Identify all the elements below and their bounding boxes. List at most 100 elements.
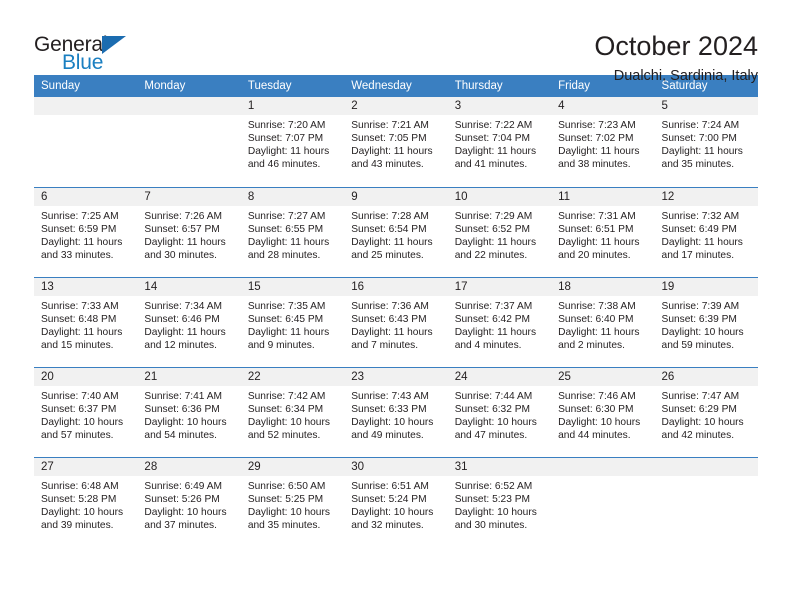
day-number: 6 [34, 187, 138, 206]
sunrise-text: Sunrise: 7:22 AM [454, 120, 533, 131]
sunset-text: Sunset: 6:54 PM [351, 223, 427, 235]
calendar-day-cell[interactable]: 6 Sunrise: 7:25 AM Sunset: 6:59 PM Daylight… [34, 186, 138, 277]
day-number: 18 [551, 277, 655, 296]
sunset-text: Sunset: 6:42 PM [454, 313, 531, 325]
day-number: 22 [240, 367, 345, 386]
day-number: 9 [344, 187, 448, 206]
calendar-day-cell[interactable]: 4 Sunrise: 7:23 AM Sunset: 7:02 PM Daylight… [551, 97, 655, 187]
daylight-text: Daylight: 11 hours and 46 minutes. [247, 146, 330, 171]
sunset-text: Sunset: 6:59 PM [41, 223, 117, 235]
sunrise-text: Sunrise: 7:26 AM [144, 210, 223, 222]
sunset-text: Sunset: 5:24 PM [351, 493, 427, 505]
daylight-text: Daylight: 11 hours and 41 minutes. [454, 146, 537, 171]
sunrise-text: Sunrise: 7:39 AM [661, 300, 740, 312]
daylight-text: Daylight: 11 hours and 30 minutes. [144, 236, 226, 261]
calendar-day-cell[interactable]: 18 Sunrise: 7:38 AM Sunset: 6:40 PM Dayligh… [551, 276, 655, 367]
daylight-text: Daylight: 10 hours and 39 minutes. [41, 506, 124, 531]
daylight-text: Daylight: 10 hours and 57 minutes. [41, 416, 124, 441]
daylight-text: Daylight: 11 hours and 12 minutes. [144, 326, 226, 351]
day-number: 20 [34, 367, 138, 386]
day-details: Sunrise: 6:52 AM Sunset: 5:23 PM Daylight:… [448, 476, 551, 532]
day-number: 15 [240, 277, 345, 296]
sunset-text: Sunset: 5:25 PM [247, 493, 324, 505]
calendar-day-cell[interactable]: 26 Sunrise: 7:47 AM Sunset: 6:29 PM Dayligh… [654, 366, 758, 457]
day-details: Sunrise: 6:50 AM Sunset: 5:25 PM Daylight:… [241, 476, 344, 532]
daylight-text: Daylight: 11 hours and 2 minutes. [558, 326, 640, 351]
calendar-day-cell[interactable]: 23 Sunrise: 7:43 AM Sunset: 6:33 PM Dayligh… [344, 366, 448, 457]
sunrise-text: Sunrise: 7:20 AM [247, 120, 326, 131]
calendar-day-cell[interactable]: 28 Sunrise: 6:49 AM Sunset: 5:26 PM Dayligh… [137, 456, 241, 547]
calendar-day-cell[interactable]: 19 Sunrise: 7:39 AM Sunset: 6:39 PM Dayligh… [654, 276, 758, 367]
calendar-day-cell[interactable]: 7 Sunrise: 7:26 AM Sunset: 6:57 PM Daylight… [137, 186, 241, 277]
sunrise-text: Sunrise: 6:51 AM [351, 480, 429, 492]
sunrise-text: Sunrise: 7:41 AM [144, 390, 223, 402]
day-details: Sunrise: 7:23 AM Sunset: 7:02 PM Daylight:… [551, 115, 654, 171]
calendar-day-cell-empty [551, 456, 655, 547]
sunset-text: Sunset: 7:05 PM [351, 133, 427, 145]
day-details: Sunrise: 7:43 AM Sunset: 6:33 PM Daylight:… [344, 386, 447, 442]
daylight-text: Daylight: 10 hours and 35 minutes. [247, 506, 330, 531]
day-details: Sunrise: 7:37 AM Sunset: 6:42 PM Daylight:… [448, 296, 551, 352]
calendar-day-cell[interactable]: 2 Sunrise: 7:21 AM Sunset: 7:05 PM Daylight… [344, 97, 448, 187]
calendar-day-cell[interactable]: 1 Sunrise: 7:20 AM Sunset: 7:07 PM Daylight… [240, 97, 345, 187]
sunrise-text: Sunrise: 7:40 AM [41, 390, 119, 402]
sunrise-text: Sunrise: 7:37 AM [454, 300, 533, 312]
calendar-day-cell[interactable]: 30 Sunrise: 6:51 AM Sunset: 5:24 PM Dayligh… [344, 456, 448, 547]
day-number: 8 [240, 187, 345, 206]
calendar-day-cell[interactable]: 31 Sunrise: 6:52 AM Sunset: 5:23 PM Dayligh… [447, 456, 552, 547]
day-details: Sunrise: 7:39 AM Sunset: 6:39 PM Daylight:… [655, 296, 758, 352]
sunrise-text: Sunrise: 7:38 AM [558, 300, 636, 312]
calendar-day-cell[interactable]: 27 Sunrise: 6:48 AM Sunset: 5:28 PM Dayligh… [34, 456, 138, 547]
day-number: 28 [137, 457, 241, 476]
sunset-text: Sunset: 7:04 PM [454, 133, 531, 145]
day-number: 11 [551, 187, 655, 206]
sunrise-text: Sunrise: 7:32 AM [661, 210, 740, 222]
day-details: Sunrise: 6:49 AM Sunset: 5:26 PM Daylight:… [137, 476, 240, 532]
day-details: Sunrise: 7:28 AM Sunset: 6:54 PM Daylight:… [344, 206, 447, 262]
day-number: 29 [240, 457, 345, 476]
calendar-day-cell[interactable]: 17 Sunrise: 7:37 AM Sunset: 6:42 PM Dayligh… [447, 276, 552, 367]
sunset-text: Sunset: 6:45 PM [247, 313, 324, 325]
sunrise-text: Sunrise: 7:33 AM [41, 300, 119, 312]
day-number [654, 457, 758, 476]
sunset-text: Sunset: 6:33 PM [351, 403, 427, 415]
sunrise-text: Sunrise: 7:21 AM [351, 120, 429, 131]
day-number: 24 [447, 367, 552, 386]
day-number: 21 [137, 367, 241, 386]
daylight-text: Daylight: 11 hours and 4 minutes. [454, 326, 537, 351]
calendar-day-cell[interactable]: 22 Sunrise: 7:42 AM Sunset: 6:34 PM Dayligh… [240, 366, 345, 457]
weekday-header-thursday: Thursday [447, 75, 552, 97]
day-number: 14 [137, 277, 241, 296]
day-number [34, 97, 138, 115]
calendar-day-cell[interactable]: 12 Sunrise: 7:32 AM Sunset: 6:49 PM Dayligh… [654, 186, 758, 277]
calendar-day-cell[interactable]: 16 Sunrise: 7:36 AM Sunset: 6:43 PM Dayligh… [344, 276, 448, 367]
calendar-day-cell[interactable]: 15 Sunrise: 7:35 AM Sunset: 6:45 PM Dayligh… [240, 276, 345, 367]
day-number: 10 [447, 187, 552, 206]
calendar-day-cell[interactable]: 24 Sunrise: 7:44 AM Sunset: 6:32 PM Dayligh… [447, 366, 552, 457]
day-number: 4 [551, 97, 655, 115]
calendar-day-cell[interactable]: 5 Sunrise: 7:24 AM Sunset: 7:00 PM Daylight… [654, 97, 758, 187]
calendar-day-cell[interactable]: 14 Sunrise: 7:34 AM Sunset: 6:46 PM Dayligh… [137, 276, 241, 367]
sunrise-text: Sunrise: 7:35 AM [247, 300, 326, 312]
day-number: 19 [654, 277, 758, 296]
calendar-day-cell[interactable]: 8 Sunrise: 7:27 AM Sunset: 6:55 PM Daylight… [240, 186, 345, 277]
sunset-text: Sunset: 6:43 PM [351, 313, 427, 325]
calendar-day-cell[interactable]: 13 Sunrise: 7:33 AM Sunset: 6:48 PM Dayligh… [34, 276, 138, 367]
calendar-day-cell[interactable]: 9 Sunrise: 7:28 AM Sunset: 6:54 PM Daylight… [344, 186, 448, 277]
calendar-day-cell[interactable]: 21 Sunrise: 7:41 AM Sunset: 6:36 PM Dayligh… [137, 366, 241, 457]
calendar-day-cell-empty [654, 456, 758, 547]
brand-logo[interactable]: General Blue [34, 30, 154, 82]
sunrise-text: Sunrise: 7:42 AM [247, 390, 326, 402]
sunset-text: Sunset: 6:48 PM [41, 313, 117, 325]
sunrise-text: Sunrise: 6:52 AM [454, 480, 533, 492]
calendar-day-cell[interactable]: 10 Sunrise: 7:29 AM Sunset: 6:52 PM Dayligh… [447, 186, 552, 277]
sunset-text: Sunset: 6:29 PM [661, 403, 737, 415]
calendar-day-cell[interactable]: 20 Sunrise: 7:40 AM Sunset: 6:37 PM Dayligh… [34, 366, 138, 457]
calendar-day-cell[interactable]: 11 Sunrise: 7:31 AM Sunset: 6:51 PM Dayligh… [551, 186, 655, 277]
day-number: 16 [344, 277, 448, 296]
calendar-day-cell[interactable]: 29 Sunrise: 6:50 AM Sunset: 5:25 PM Dayligh… [240, 456, 345, 547]
day-number: 3 [447, 97, 552, 115]
calendar-day-cell[interactable]: 3 Sunrise: 7:22 AM Sunset: 7:04 PM Daylight… [447, 97, 552, 187]
day-number: 1 [240, 97, 345, 115]
calendar-day-cell[interactable]: 25 Sunrise: 7:46 AM Sunset: 6:30 PM Dayligh… [551, 366, 655, 457]
